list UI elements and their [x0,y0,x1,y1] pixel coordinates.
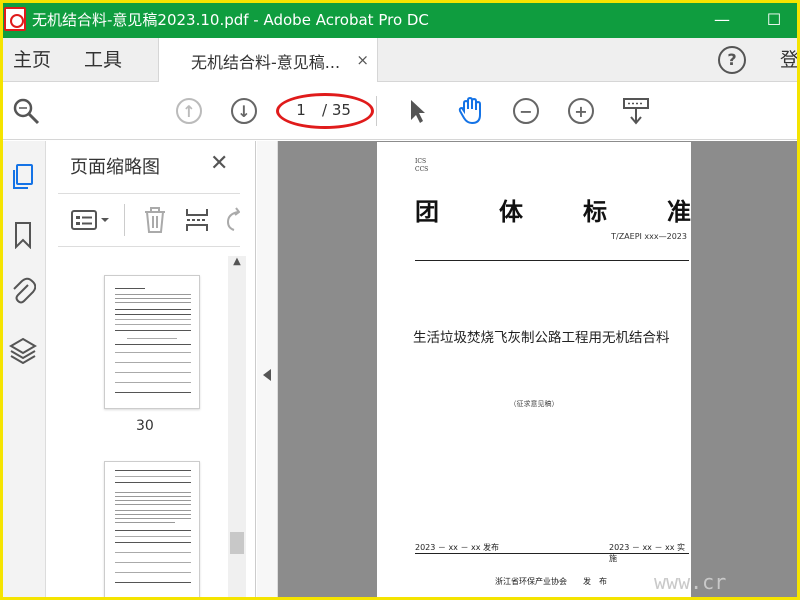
red-highlight-annotation [276,93,374,129]
window-title: 无机结合料-意见稿2023.10.pdf - Adobe Acrobat Pro… [32,10,429,29]
ccs-label: CCS [415,166,429,173]
watermark-text: www.cr [654,570,727,594]
hand-tool-icon[interactable] [455,95,487,127]
standard-heading: 团 体 标 准 [415,197,691,226]
ics-label: ICS [415,158,427,165]
thumbnail-page-label: 30 [136,418,154,434]
draft-label: （征求意见稿） [509,400,559,408]
document-title: 生活垃圾焚烧飞灰制公路工程用无机结合料 [413,330,670,346]
document-tab-label: 无机结合料-意见稿... [191,52,341,72]
page-thumbnail-31[interactable] [104,461,200,600]
collapse-arrow-icon[interactable] [263,369,271,381]
select-cursor-icon[interactable] [401,95,433,127]
document-tab[interactable]: 无机结合料-意见稿... × [158,38,378,83]
insert-page-icon[interactable] [184,206,210,234]
menu-tools[interactable]: 工具 [84,38,122,82]
thumbnail-toolbar [58,193,240,247]
close-tab-icon[interactable]: × [356,51,369,69]
next-page-icon[interactable]: ↓ [228,95,260,127]
page-thumbnail-30[interactable] [104,275,200,409]
maximize-button[interactable]: ☐ [748,0,800,38]
main-toolbar: ↑ ↓ − + [0,82,800,140]
document-viewport[interactable]: ICS CCS 团 体 标 准 T/ZAEPI xxx—2023 生活垃圾焚烧飞… [278,141,800,600]
rotate-page-icon[interactable] [226,206,240,234]
layers-icon[interactable] [9,336,37,364]
acrobat-app-icon [4,7,26,31]
login-link[interactable]: 登 [780,38,799,82]
tool-separator [124,204,125,236]
document-page: ICS CCS 团 体 标 准 T/ZAEPI xxx—2023 生活垃圾焚烧飞… [377,142,691,600]
zoom-out-icon[interactable]: − [510,95,542,127]
panel-collapse-strip[interactable] [257,141,278,600]
search-icon[interactable] [10,95,42,127]
menu-home[interactable]: 主页 [13,38,51,82]
page-thumbnails-panel: 页面缩略图 ✕ 30 ▲ [46,141,256,600]
zoom-in-icon[interactable]: + [565,95,597,127]
help-icon[interactable]: ? [718,46,746,74]
close-panel-icon[interactable]: ✕ [210,151,228,176]
thumbnail-scrollbar[interactable]: ▲ [228,256,246,600]
publisher: 浙江省环保产业协会 发 布 [495,577,607,586]
minimize-button[interactable]: — [696,0,748,38]
header-rule [415,260,689,261]
window-controls: — ☐ [696,0,800,38]
scrollbar-thumb[interactable] [230,532,244,554]
scroll-up-arrow[interactable]: ▲ [228,256,246,272]
footer-rule [415,553,689,554]
previous-page-icon[interactable]: ↑ [173,95,205,127]
scroll-mode-icon[interactable] [620,95,652,127]
release-date: 2023 － xx － xx 发布 [415,543,500,552]
standard-code: T/ZAEPI xxx—2023 [611,232,687,241]
page-thumbnails-icon[interactable] [9,163,37,191]
panel-title: 页面缩略图 [70,157,160,178]
tab-bar: 主页 工具 无机结合料-意见稿... × ? 登 [0,38,800,83]
navigation-rail [0,141,46,600]
toolbar-separator [376,96,377,126]
bookmarks-icon[interactable] [9,221,37,249]
delete-page-icon[interactable] [142,206,168,234]
attachments-icon[interactable] [9,277,37,305]
options-menu-icon[interactable] [70,206,110,234]
title-bar: 无机结合料-意见稿2023.10.pdf - Adobe Acrobat Pro… [0,0,800,38]
